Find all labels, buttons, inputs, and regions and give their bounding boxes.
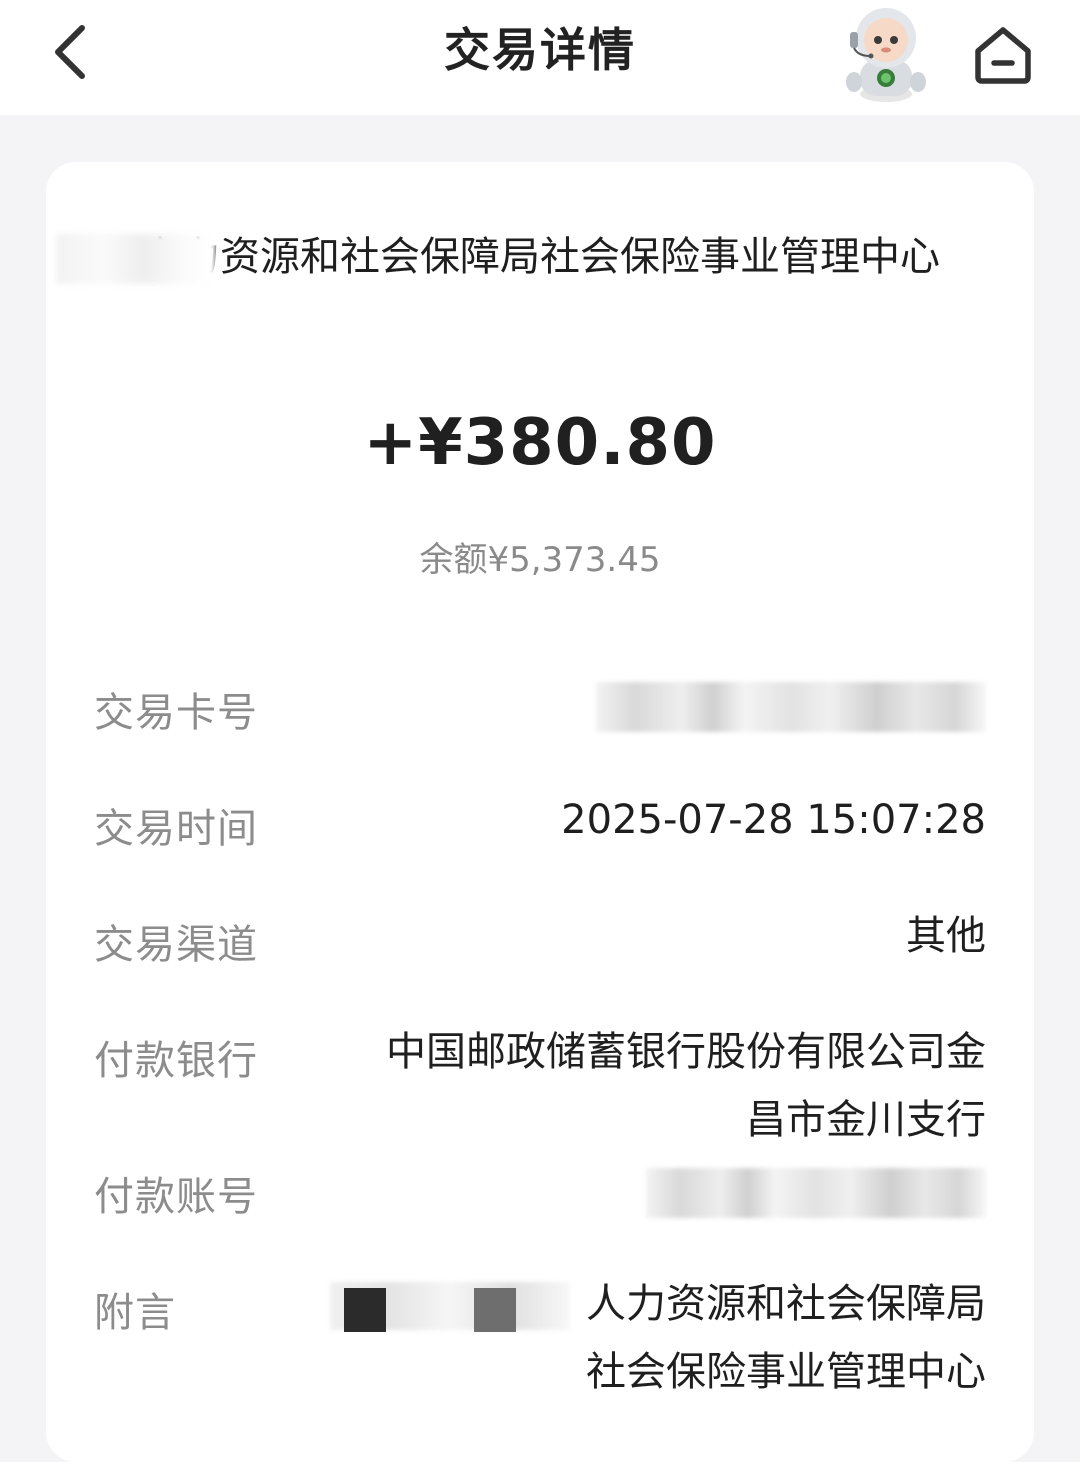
payer-bank-value-line2: 昌市金川支行 <box>746 1097 986 1143</box>
payer-bank-label: 付款银行 <box>94 1038 258 1084</box>
top-bar: 交易详情 <box>0 0 1080 115</box>
memo-value-line1: 人力资源和社会保障局 <box>586 1281 986 1327</box>
channel-value: 其他 <box>906 913 986 959</box>
transaction-card: 人力资源和社会保障局社会保险事业管理中心 +¥380.80 余额¥5,373.4… <box>46 162 1034 1462</box>
payer-account-redacted <box>646 1168 986 1218</box>
robot-assistant-icon <box>846 8 926 102</box>
transaction-amount: +¥380.80 <box>363 406 717 480</box>
redaction-mask <box>56 234 216 284</box>
transaction-time-value: 2025-07-28 15:07:28 <box>561 797 986 843</box>
payer-bank-value-line1: 中国邮政储蓄银行股份有限公司金 <box>386 1029 986 1075</box>
home-button[interactable] <box>966 22 1040 88</box>
account-balance: 余额¥5,373.45 <box>419 540 661 580</box>
transaction-time-label: 交易时间 <box>94 806 258 852</box>
payer-account-label: 付款账号 <box>94 1174 258 1220</box>
card-number-redacted <box>596 682 986 732</box>
home-icon <box>975 27 1031 84</box>
memo-value-line2: 社会保险事业管理中心 <box>586 1349 986 1395</box>
redaction-block <box>344 1288 386 1332</box>
card-number-label: 交易卡号 <box>94 690 258 736</box>
channel-label: 交易渠道 <box>94 922 258 968</box>
assistant-button[interactable] <box>836 2 936 106</box>
memo-label: 附言 <box>94 1290 176 1336</box>
redaction-block <box>474 1288 516 1332</box>
